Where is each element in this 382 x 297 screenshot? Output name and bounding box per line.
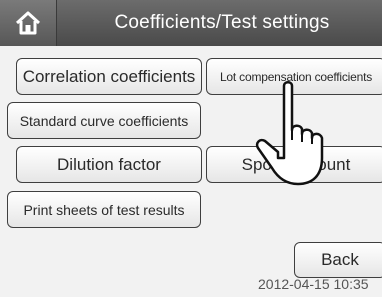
home-button[interactable] bbox=[0, 0, 57, 46]
timestamp: 2012-04-15 10:35 bbox=[258, 276, 369, 292]
dilution-factor-button[interactable]: Dilution factor bbox=[16, 146, 202, 183]
print-sheets-button[interactable]: Print sheets of test results bbox=[7, 191, 201, 228]
back-button[interactable]: Back bbox=[294, 242, 382, 278]
title-bar: Coefficients/Test settings bbox=[0, 0, 382, 46]
correlation-coefficients-button[interactable]: Correlation coefficients bbox=[16, 58, 202, 95]
page-title: Coefficients/Test settings bbox=[114, 12, 330, 33]
home-icon bbox=[15, 11, 41, 35]
pointing-hand-icon bbox=[255, 81, 324, 186]
standard-curve-coefficients-button[interactable]: Standard curve coefficients bbox=[7, 102, 201, 139]
